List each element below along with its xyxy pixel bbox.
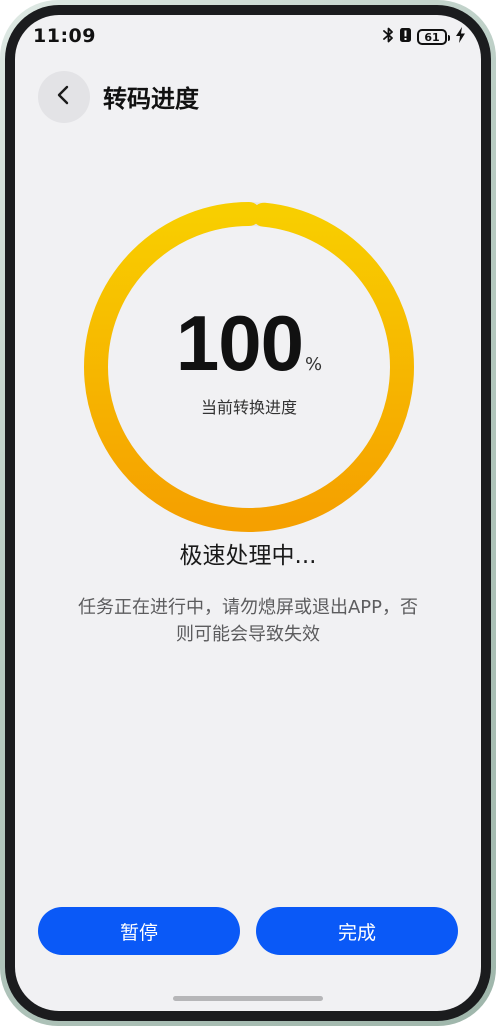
back-button[interactable] xyxy=(38,71,90,123)
progress-value: 100 xyxy=(175,299,304,387)
page-title: 转码进度 xyxy=(103,85,199,113)
vibrate-icon xyxy=(399,27,412,47)
home-indicator[interactable] xyxy=(173,996,323,1001)
charging-icon xyxy=(456,27,465,47)
processing-status: 极速处理中... xyxy=(179,543,317,569)
progress-percent: 100% xyxy=(82,298,416,389)
progress-caption: 当前转换进度 xyxy=(200,398,297,417)
screen: 11:09 61 转码进度 100 % 当前转换进度 极速处理中... 任务正在… xyxy=(15,15,481,1011)
battery-icon: 61 xyxy=(417,29,450,45)
battery-level: 61 xyxy=(424,30,440,44)
chevron-left-icon xyxy=(54,83,74,111)
status-icons: 61 xyxy=(383,27,465,47)
warning-hint: 任务正在进行中，请勿熄屏或退出APP，否则可能会导致失效 xyxy=(77,597,419,645)
bluetooth-icon xyxy=(383,27,394,47)
progress-ring: 100% 当前转换进度 xyxy=(82,200,416,534)
pause-button[interactable]: 暂停 xyxy=(38,907,240,955)
progress-unit: % xyxy=(305,354,323,375)
status-time: 11:09 xyxy=(33,25,96,47)
status-bar: 11:09 61 xyxy=(15,15,481,59)
done-button[interactable]: 完成 xyxy=(256,907,458,955)
